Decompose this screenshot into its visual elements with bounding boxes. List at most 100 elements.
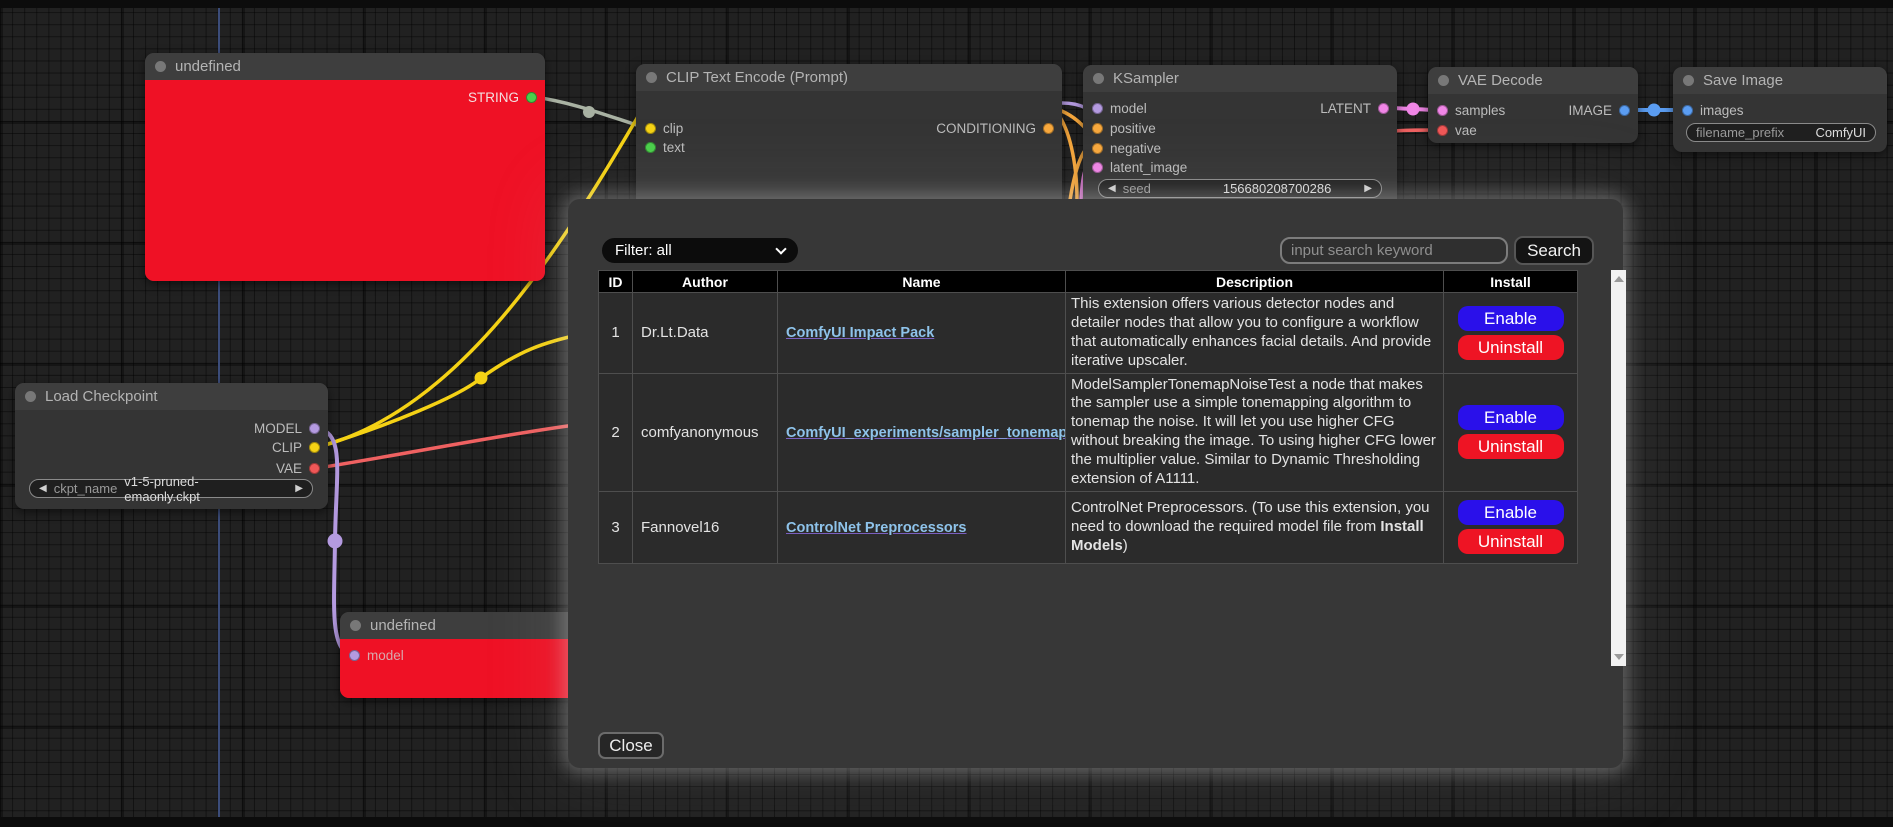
node-title: KSampler: [1113, 70, 1179, 87]
ckpt-next-icon[interactable]: ▶: [295, 483, 303, 494]
node-vae-decode[interactable]: VAE Decode samples vae IMAGE: [1428, 67, 1638, 143]
output-port-string: STRING: [468, 90, 537, 104]
port-label: IMAGE: [1568, 103, 1612, 118]
enable-button[interactable]: Enable: [1458, 500, 1564, 525]
collapse-dot[interactable]: [1683, 75, 1694, 86]
header-install: Install: [1444, 271, 1578, 293]
enable-button[interactable]: Enable: [1458, 306, 1564, 331]
output-port-conditioning: CONDITIONING: [936, 121, 1054, 135]
port-label: positive: [1110, 121, 1156, 136]
reroute-dot-clip[interactable]: [475, 372, 488, 385]
uninstall-button[interactable]: Uninstall: [1458, 529, 1564, 554]
model-port-dot[interactable]: [349, 650, 360, 661]
conditioning-port-dot[interactable]: [1043, 123, 1054, 134]
seed-widget[interactable]: ◀ seed 156680208700286 ▶: [1098, 179, 1382, 198]
close-button[interactable]: Close: [598, 732, 664, 759]
port-label: images: [1700, 103, 1744, 118]
collapse-dot[interactable]: [1093, 73, 1104, 84]
description-text: ): [1123, 537, 1128, 554]
negative-port-dot[interactable]: [1092, 143, 1103, 154]
reroute-dot-model[interactable]: [328, 534, 343, 549]
collapse-dot[interactable]: [1438, 75, 1449, 86]
cell-author: Fannovel16: [633, 491, 778, 563]
image-port-dot[interactable]: [1619, 105, 1630, 116]
model-port-dot[interactable]: [1092, 103, 1103, 114]
reroute-dot-string[interactable]: [583, 106, 595, 118]
filter-select[interactable]: Filter: all: [602, 238, 798, 263]
node-undefined-bottom[interactable]: undefined model: [340, 612, 595, 698]
node-title-bar[interactable]: CLIP Text Encode (Prompt): [636, 64, 1062, 91]
node-body-error: STRING: [145, 80, 545, 281]
ckpt-name-value: v1-5-pruned-emaonly.ckpt: [124, 474, 262, 504]
node-title-bar[interactable]: KSampler: [1083, 65, 1397, 92]
input-port-clip: clip: [645, 121, 683, 135]
filename-prefix-widget[interactable]: filename_prefix ComfyUI: [1686, 123, 1876, 142]
collapse-dot[interactable]: [350, 620, 361, 631]
extension-list-area: ID Author Name Description Install 1 Dr.…: [598, 270, 1596, 666]
reroute-dot-image[interactable]: [1648, 104, 1661, 117]
seed-increment-icon[interactable]: ▶: [1364, 183, 1372, 194]
node-title-bar[interactable]: undefined: [340, 612, 595, 639]
scroll-down-icon[interactable]: [1614, 654, 1624, 660]
node-title-bar[interactable]: Save Image: [1673, 67, 1887, 94]
uninstall-button[interactable]: Uninstall: [1458, 335, 1564, 360]
input-port-latent-image: latent_image: [1092, 160, 1187, 174]
collapse-dot[interactable]: [155, 61, 166, 72]
collapse-dot[interactable]: [646, 72, 657, 83]
cell-id: 2: [599, 373, 633, 491]
input-port-vae: vae: [1437, 123, 1477, 137]
enable-button[interactable]: Enable: [1458, 405, 1564, 430]
positive-port-dot[interactable]: [1092, 123, 1103, 134]
input-port-positive: positive: [1092, 121, 1156, 135]
input-port-model: model: [349, 648, 404, 662]
uninstall-button[interactable]: Uninstall: [1458, 434, 1564, 459]
cell-install: Enable Uninstall: [1444, 373, 1578, 491]
table-row: 1 Dr.Lt.Data ComfyUI Impact Pack This ex…: [599, 293, 1578, 374]
widget-label: ckpt_name: [54, 481, 118, 496]
ckpt-name-widget[interactable]: ◀ ckpt_name v1-5-pruned-emaonly.ckpt ▶: [29, 479, 313, 498]
string-port-dot[interactable]: [526, 92, 537, 103]
output-port-clip: CLIP: [272, 440, 320, 454]
model-out-dot[interactable]: [309, 423, 320, 434]
node-title-bar[interactable]: VAE Decode: [1428, 67, 1638, 94]
images-port-dot[interactable]: [1682, 105, 1693, 116]
scroll-up-icon[interactable]: [1614, 276, 1624, 282]
extension-link[interactable]: ComfyUI Impact Pack: [786, 325, 934, 341]
extension-link[interactable]: ControlNet Preprocessors: [786, 520, 967, 536]
node-clip-text-encode[interactable]: CLIP Text Encode (Prompt) clip text COND…: [636, 64, 1062, 214]
output-port-model: MODEL: [254, 421, 320, 435]
search-input[interactable]: [1280, 237, 1508, 264]
node-undefined-top[interactable]: undefined STRING: [145, 53, 545, 281]
ckpt-prev-icon[interactable]: ◀: [39, 483, 47, 494]
node-load-checkpoint[interactable]: Load Checkpoint MODEL CLIP VAE ◀ ckpt_na…: [15, 383, 328, 509]
extension-link[interactable]: ComfyUI_experiments/sampler_tonemap: [786, 425, 1066, 441]
list-scrollbar[interactable]: [1611, 270, 1626, 666]
vae-out-dot[interactable]: [309, 463, 320, 474]
node-title-bar[interactable]: Load Checkpoint: [15, 383, 328, 410]
port-label: negative: [1110, 141, 1161, 156]
clip-out-dot[interactable]: [309, 442, 320, 453]
latent-image-port-dot[interactable]: [1092, 162, 1103, 173]
table-row: 3 Fannovel16 ControlNet Preprocessors Co…: [599, 491, 1578, 563]
node-title-bar[interactable]: undefined: [145, 53, 545, 80]
latent-port-dot[interactable]: [1378, 103, 1389, 114]
node-save-image[interactable]: Save Image images filename_prefix ComfyU…: [1673, 67, 1887, 152]
comfyui-canvas[interactable]: undefined STRING CLIP Text Encode (Promp…: [0, 0, 1893, 827]
port-label: model: [367, 648, 404, 663]
output-port-vae: VAE: [276, 461, 320, 475]
node-ksampler[interactable]: KSampler model positive negative latent_…: [1083, 65, 1397, 210]
clip-port-dot[interactable]: [645, 123, 656, 134]
node-title: undefined: [370, 617, 436, 634]
cell-author: comfyanonymous: [633, 373, 778, 491]
collapse-dot[interactable]: [25, 391, 36, 402]
node-title: undefined: [175, 58, 241, 75]
samples-port-dot[interactable]: [1437, 105, 1448, 116]
wire-vae-left: [318, 424, 582, 468]
port-label: CLIP: [272, 440, 302, 455]
vae-port-dot[interactable]: [1437, 125, 1448, 136]
text-port-dot[interactable]: [645, 142, 656, 153]
seed-decrement-icon[interactable]: ◀: [1108, 183, 1116, 194]
description-text: ControlNet Preprocessors. (To use this e…: [1071, 499, 1430, 535]
reroute-dot-latent[interactable]: [1407, 103, 1420, 116]
search-button[interactable]: Search: [1514, 236, 1594, 265]
